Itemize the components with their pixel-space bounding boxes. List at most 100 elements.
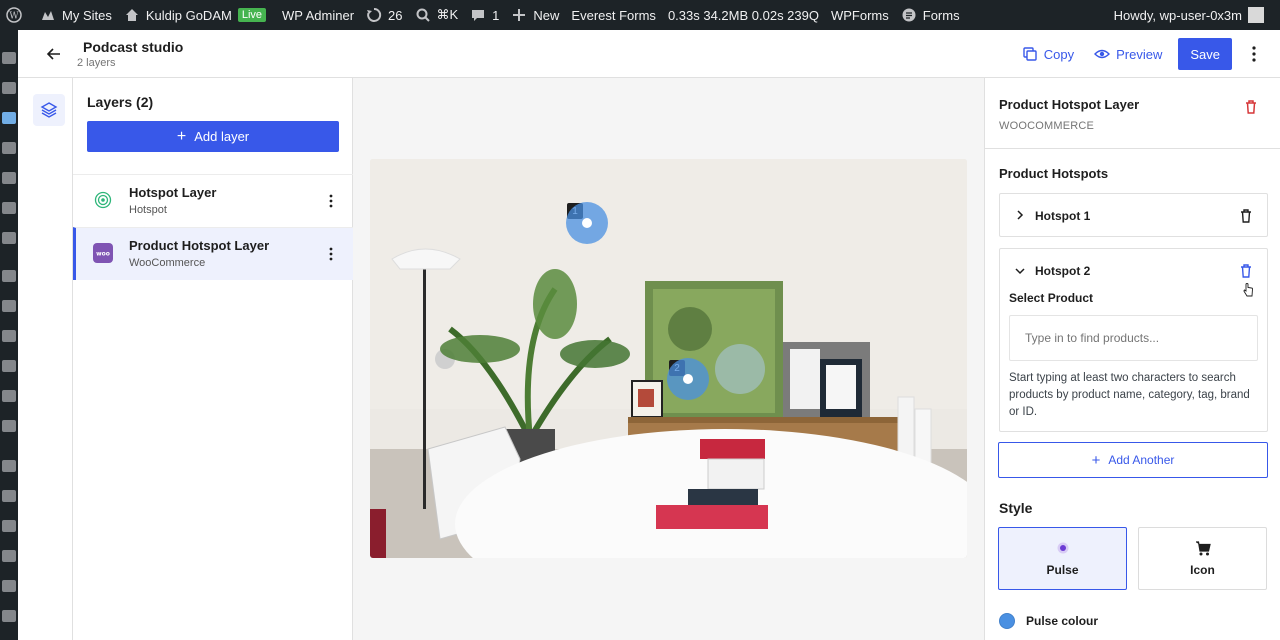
delete-hotspot-1-button[interactable] <box>1238 208 1254 224</box>
more-options-button[interactable] <box>1242 38 1266 70</box>
wp-adminer-link[interactable]: WP Adminer <box>276 0 360 30</box>
plus-icon: + <box>1091 451 1101 469</box>
shortcut-label: ⌘K <box>436 7 459 22</box>
command-palette-button[interactable]: ⌘K <box>409 0 465 30</box>
product-search-input[interactable] <box>1009 315 1258 361</box>
product-search-help: Start typing at least two characters to … <box>1009 372 1250 418</box>
pulse-icon <box>1057 542 1069 554</box>
howdy-label: Howdy, wp-user-0x3m <box>1113 7 1242 23</box>
layer-item-product-hotspot[interactable]: woo Product Hotspot Layer WooCommerce <box>73 227 353 280</box>
cart-icon <box>1196 541 1211 556</box>
wp-logo-menu[interactable]: W <box>0 0 34 30</box>
comments-menu[interactable]: 1 <box>464 0 505 30</box>
forms-admin-icon[interactable] <box>2 420 16 432</box>
plus-icon <box>513 9 526 21</box>
copy-label: Copy <box>1043 46 1075 62</box>
wordpress-icon: W <box>6 7 22 23</box>
products-icon[interactable] <box>2 300 16 312</box>
new-label: New <box>533 7 560 23</box>
page-title: Podcast studio <box>83 39 184 55</box>
arrow-left-icon <box>46 48 60 60</box>
more-vertical-icon <box>329 194 333 208</box>
forms-menu[interactable]: Forms <box>895 0 966 30</box>
delete-layer-button[interactable] <box>1243 99 1259 115</box>
home-icon <box>125 9 138 21</box>
wp-adminer-label: WP Adminer <box>282 7 355 23</box>
wpforms-label: WPForms <box>830 7 889 23</box>
copy-button[interactable]: Copy <box>1012 38 1084 70</box>
add-layer-label: Add layer <box>194 129 250 144</box>
play-icon[interactable] <box>2 610 16 622</box>
layer-settings-title: Product Hotspot Layer <box>999 97 1140 112</box>
hotspot-1-title: Hotspot 1 <box>1035 209 1091 223</box>
everest-forms-label: Everest Forms <box>571 7 656 23</box>
layer-type: WooCommerce <box>129 257 206 269</box>
site-name-menu[interactable]: Kuldip GoDAM Live <box>118 0 276 30</box>
site-name-label: Kuldip GoDAM <box>145 7 232 23</box>
tools-icon[interactable] <box>2 82 16 94</box>
hotspot-1-marker[interactable] <box>566 202 608 244</box>
updates-menu[interactable]: 26 <box>360 0 408 30</box>
appearance-icon[interactable] <box>2 232 16 244</box>
copy-icon <box>1023 47 1037 61</box>
colour-swatch <box>999 613 1015 629</box>
preview-button[interactable]: Preview <box>1084 38 1172 70</box>
trash-icon <box>1241 264 1251 278</box>
search-icon <box>416 8 430 22</box>
comments-count: 1 <box>492 7 500 23</box>
dashboard-icon[interactable] <box>2 52 16 64</box>
layer-options-button[interactable] <box>323 191 339 211</box>
brush-icon[interactable] <box>2 460 16 472</box>
more-vertical-icon <box>329 247 333 261</box>
query-monitor-menu[interactable]: 0.33s 34.2MB 0.02s 239Q <box>662 0 825 30</box>
add-layer-button[interactable]: + Add layer <box>87 121 339 152</box>
updates-count: 26 <box>388 7 403 23</box>
editor-header: Podcast studio 2 layers Copy Preview Sav… <box>18 30 1280 78</box>
new-content-menu[interactable]: New <box>505 0 565 30</box>
live-badge: Live <box>237 8 267 22</box>
plus-icon: + <box>176 127 187 145</box>
payments-icon[interactable] <box>2 330 16 342</box>
style-option-icon[interactable]: Icon <box>1138 527 1267 590</box>
hotspot-2-card: Hotspot 2 Select Product Start typing at… <box>999 248 1268 432</box>
analytics-icon[interactable] <box>2 360 16 372</box>
settings-icon[interactable] <box>2 580 16 592</box>
account-menu[interactable]: Howdy, wp-user-0x3m <box>1108 0 1270 30</box>
hotspot-2-title[interactable]: Hotspot 2 <box>1035 264 1090 278</box>
wpforms-menu[interactable]: WPForms <box>825 0 895 30</box>
layer-item-hotspot[interactable]: Hotspot Layer Hotspot <box>73 174 353 227</box>
back-button[interactable] <box>44 44 64 64</box>
video-frame: 1 2 <box>370 159 967 558</box>
hotspot-2-marker[interactable] <box>667 358 709 400</box>
pulse-colour-picker[interactable]: Pulse colour <box>999 611 1098 631</box>
layers-tool-button[interactable] <box>33 94 65 126</box>
posts-icon[interactable] <box>2 112 16 124</box>
woocommerce-icon[interactable] <box>2 270 16 282</box>
plugins-icon[interactable] <box>2 490 16 502</box>
everest-forms-menu[interactable]: Everest Forms <box>565 0 662 30</box>
more-vertical-icon <box>1252 46 1256 62</box>
godam-icon[interactable] <box>2 142 16 154</box>
sites-icon <box>42 11 54 20</box>
forms-label: Forms <box>922 7 960 23</box>
mouse-cursor-icon <box>1243 283 1253 297</box>
wrench-icon[interactable] <box>2 550 16 562</box>
pages-icon[interactable] <box>2 172 16 184</box>
marketing-icon[interactable] <box>2 390 16 402</box>
layer-settings-subtitle: WOOCOMMERCE <box>999 120 1095 132</box>
woocommerce-icon: woo <box>93 243 113 263</box>
my-sites-menu[interactable]: My Sites <box>34 0 118 30</box>
preview-label: Preview <box>1116 46 1163 62</box>
layer-options-button[interactable] <box>323 244 339 264</box>
add-another-hotspot-button[interactable]: + Add Another <box>998 442 1268 478</box>
save-button[interactable]: Save <box>1178 38 1232 70</box>
style-option-pulse[interactable]: Pulse <box>998 527 1127 590</box>
chevron-down-icon[interactable] <box>1014 265 1026 277</box>
canvas-area: 1 2 <box>353 78 984 640</box>
hotspot-1-card[interactable]: Hotspot 1 <box>999 193 1268 237</box>
comment-icon <box>472 10 485 21</box>
delete-hotspot-2-button[interactable] <box>1238 263 1254 279</box>
users-icon[interactable] <box>2 520 16 532</box>
wp-admin-menu <box>0 30 18 640</box>
comments-icon[interactable] <box>2 202 16 214</box>
